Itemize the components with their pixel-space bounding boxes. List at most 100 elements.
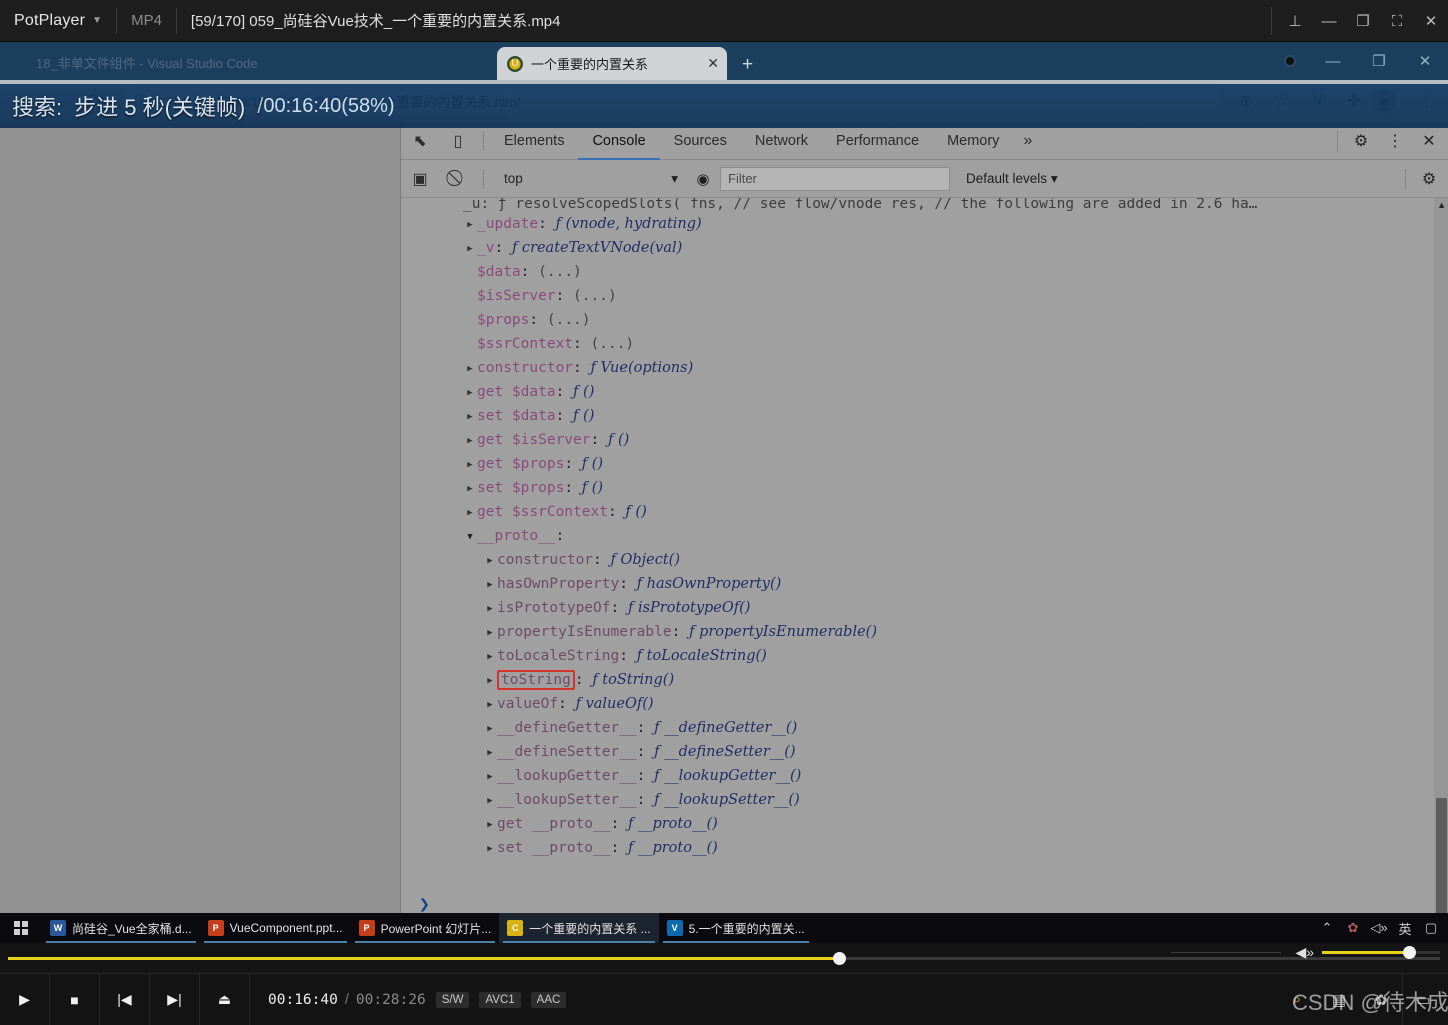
play-button[interactable]: ▶ [0,973,50,1025]
maximize-button[interactable]: ❐ [1346,0,1380,42]
screen-icon[interactable]: ▭ [1402,973,1444,1025]
console-settings-gear-icon[interactable]: ⚙ [1412,169,1446,189]
console-property-row[interactable]: ▶ __defineGetter__: ƒ __defineGetter__() [401,716,1435,740]
expand-arrow-icon[interactable]: ▶ [463,381,477,405]
console-property-row[interactable]: ▶ constructor: ƒ Vue(options) [401,356,1435,380]
expand-arrow-icon[interactable]: ▶ [483,741,497,765]
expand-arrow-icon[interactable]: ▶ [483,669,497,693]
browser-tab[interactable]: U 一个重要的内置关系 ✕ [497,47,727,80]
console-property-row[interactable]: ▶ constructor: ƒ Object() [401,548,1435,572]
antivirus-icon[interactable]: ✿ [1340,920,1366,936]
filter-input[interactable]: Filter [720,166,950,191]
action-center-icon[interactable]: ▢ [1418,920,1444,936]
taskbar-item[interactable]: W 尚硅谷_Vue全家桶.d... [42,913,200,943]
expand-arrow-icon[interactable]: ▶ [463,405,477,429]
expand-arrow-icon[interactable]: ▶ [463,213,477,237]
volume-icon[interactable]: ◀» [1295,944,1314,961]
settings-icon[interactable]: ✿ [1360,974,1402,1025]
next-button[interactable]: ▶| [150,973,200,1025]
fullscreen-button[interactable]: ⛶ [1380,0,1414,42]
execution-context-select[interactable]: top ▾ [496,167,686,191]
console-property-row[interactable]: ▶$props: (...) [401,308,1435,332]
volume-track[interactable] [1322,946,1440,959]
console-property-row[interactable]: ▶ isPrototypeOf: ƒ isPrototypeOf() [401,596,1435,620]
console-property-row[interactable]: ▶ toString: ƒ toString() [401,668,1435,692]
close-button[interactable]: ✕ [1414,0,1448,42]
console-property-row[interactable]: ▶$isServer: (...) [401,284,1435,308]
expand-arrow-icon[interactable]: ▶ [483,549,497,573]
console-property-row[interactable]: ▶ get $ssrContext: ƒ () [401,500,1435,524]
device-toolbar-icon[interactable]: ▯ [439,131,477,151]
console-property-row[interactable]: ▶ set $data: ƒ () [401,404,1435,428]
expand-arrow-icon[interactable]: ▶ [463,357,477,381]
expand-arrow-icon[interactable]: ▶ [483,717,497,741]
expand-arrow-icon[interactable]: ▶ [483,813,497,837]
chrome-close-button[interactable]: ✕ [1402,42,1448,80]
log-levels-dropdown[interactable]: Default levels ▾ [966,171,1058,187]
volume-control[interactable]: ◀» [1171,944,1440,961]
taskbar-item[interactable]: V 5.一个重要的内置关... [659,913,813,943]
chrome-minimize-button[interactable]: — [1310,42,1356,80]
more-tabs-icon[interactable]: » [1013,132,1042,150]
playlist-search-icon[interactable]: ⌕ [1276,974,1318,1025]
console-property-row[interactable]: ▶ set __proto__: ƒ __proto__() [401,836,1435,860]
console-prompt-icon[interactable]: ❯ [419,894,430,915]
taskbar-item[interactable]: P VueComponent.ppt... [200,913,351,943]
console-property-row[interactable]: ▶ get $props: ƒ () [401,452,1435,476]
new-tab-button[interactable]: + [742,54,753,76]
clear-console-icon[interactable]: ⃠ [439,170,477,188]
close-devtools-icon[interactable]: ✕ [1412,131,1446,151]
console-property-row[interactable]: ▶$ssrContext: (...) [401,332,1435,356]
console-scrollbar[interactable]: ▲ ▼ [1434,198,1448,941]
seek-handle[interactable] [832,952,846,965]
volume-icon[interactable]: ◁» [1366,920,1392,936]
expand-arrow-icon[interactable]: ▶ [463,501,477,525]
page-viewport[interactable] [0,122,400,941]
expand-arrow-icon[interactable]: ▶ [483,573,497,597]
eject-button[interactable]: ⏏ [200,973,250,1025]
expand-arrow-icon[interactable]: ▶ [483,789,497,813]
volume-handle[interactable] [1403,946,1417,959]
console-property-row[interactable]: ▶ valueOf: ƒ valueOf() [401,692,1435,716]
taskbar-item[interactable]: C 一个重要的内置关系 ... [499,913,659,943]
previous-button[interactable]: |◀ [100,973,150,1025]
console-sidebar-toggle-icon[interactable]: ▣ [401,169,439,189]
chrome-restore-button[interactable]: ❐ [1356,42,1402,80]
taskbar-item[interactable]: P PowerPoint 幻灯片... [351,913,500,943]
potplayer-app-name[interactable]: PotPlayer [0,12,85,30]
console-property-row[interactable]: ▶ get $isServer: ƒ () [401,428,1435,452]
minimize-button[interactable]: — [1312,0,1346,42]
console-property-row[interactable]: ▶ __lookupSetter__: ƒ __lookupSetter__() [401,788,1435,812]
show-hidden-icons-icon[interactable]: ⌃ [1314,920,1340,936]
expand-arrow-open-icon[interactable]: ▼ [463,525,477,549]
close-tab-icon[interactable]: ✕ [707,55,719,72]
console-property-row[interactable]: ▶ get $data: ƒ () [401,380,1435,404]
console-property-row[interactable]: ▶$data: (...) [401,260,1435,284]
scrollbar-thumb[interactable] [1436,798,1447,918]
scroll-up-icon[interactable]: ▲ [1437,200,1446,210]
expand-arrow-icon[interactable]: ▶ [463,237,477,261]
expand-arrow-icon[interactable]: ▶ [483,837,497,861]
expand-arrow-icon[interactable]: ▶ [483,645,497,669]
ime-language-icon[interactable]: 英 [1392,919,1418,938]
expand-arrow-icon[interactable]: ▶ [463,453,477,477]
expand-arrow-icon[interactable]: ▶ [463,429,477,453]
chevron-down-icon[interactable]: ▼ [92,15,102,26]
console-property-row[interactable]: ▶ _v: ƒ createTextVNode(val) [401,236,1435,260]
playlist-icon[interactable]: ▤ [1318,974,1360,1025]
video-surface[interactable]: 18_非单文件组件 - Visual Studio Code U 一个重要的内置… [0,42,1448,941]
console-property-row[interactable]: ▶ __lookupGetter__: ƒ __lookupGetter__() [401,764,1435,788]
console-property-row[interactable]: ▶ hasOwnProperty: ƒ hasOwnProperty() [401,572,1435,596]
console-property-row[interactable]: ▶ propertyIsEnumerable: ƒ propertyIsEnume… [401,620,1435,644]
console-output[interactable]: _u: ƒ resolveScopedSlots( fns, // see fl… [401,198,1448,941]
expand-arrow-icon[interactable]: ▶ [483,765,497,789]
console-property-row[interactable]: ▼ __proto__: [401,524,1435,548]
console-property-row[interactable]: ▶ _update: ƒ (vnode, hydrating) [401,212,1435,236]
live-expression-eye-icon[interactable]: ◉ [686,170,720,188]
console-property-row[interactable]: ▶ toLocaleString: ƒ toLocaleString() [401,644,1435,668]
console-property-row[interactable]: ▶ get __proto__: ƒ __proto__() [401,812,1435,836]
expand-arrow-icon[interactable]: ▶ [483,621,497,645]
start-button[interactable] [0,921,42,935]
inspect-element-icon[interactable]: ⬉ [401,131,439,151]
expand-arrow-icon[interactable]: ▶ [483,597,497,621]
